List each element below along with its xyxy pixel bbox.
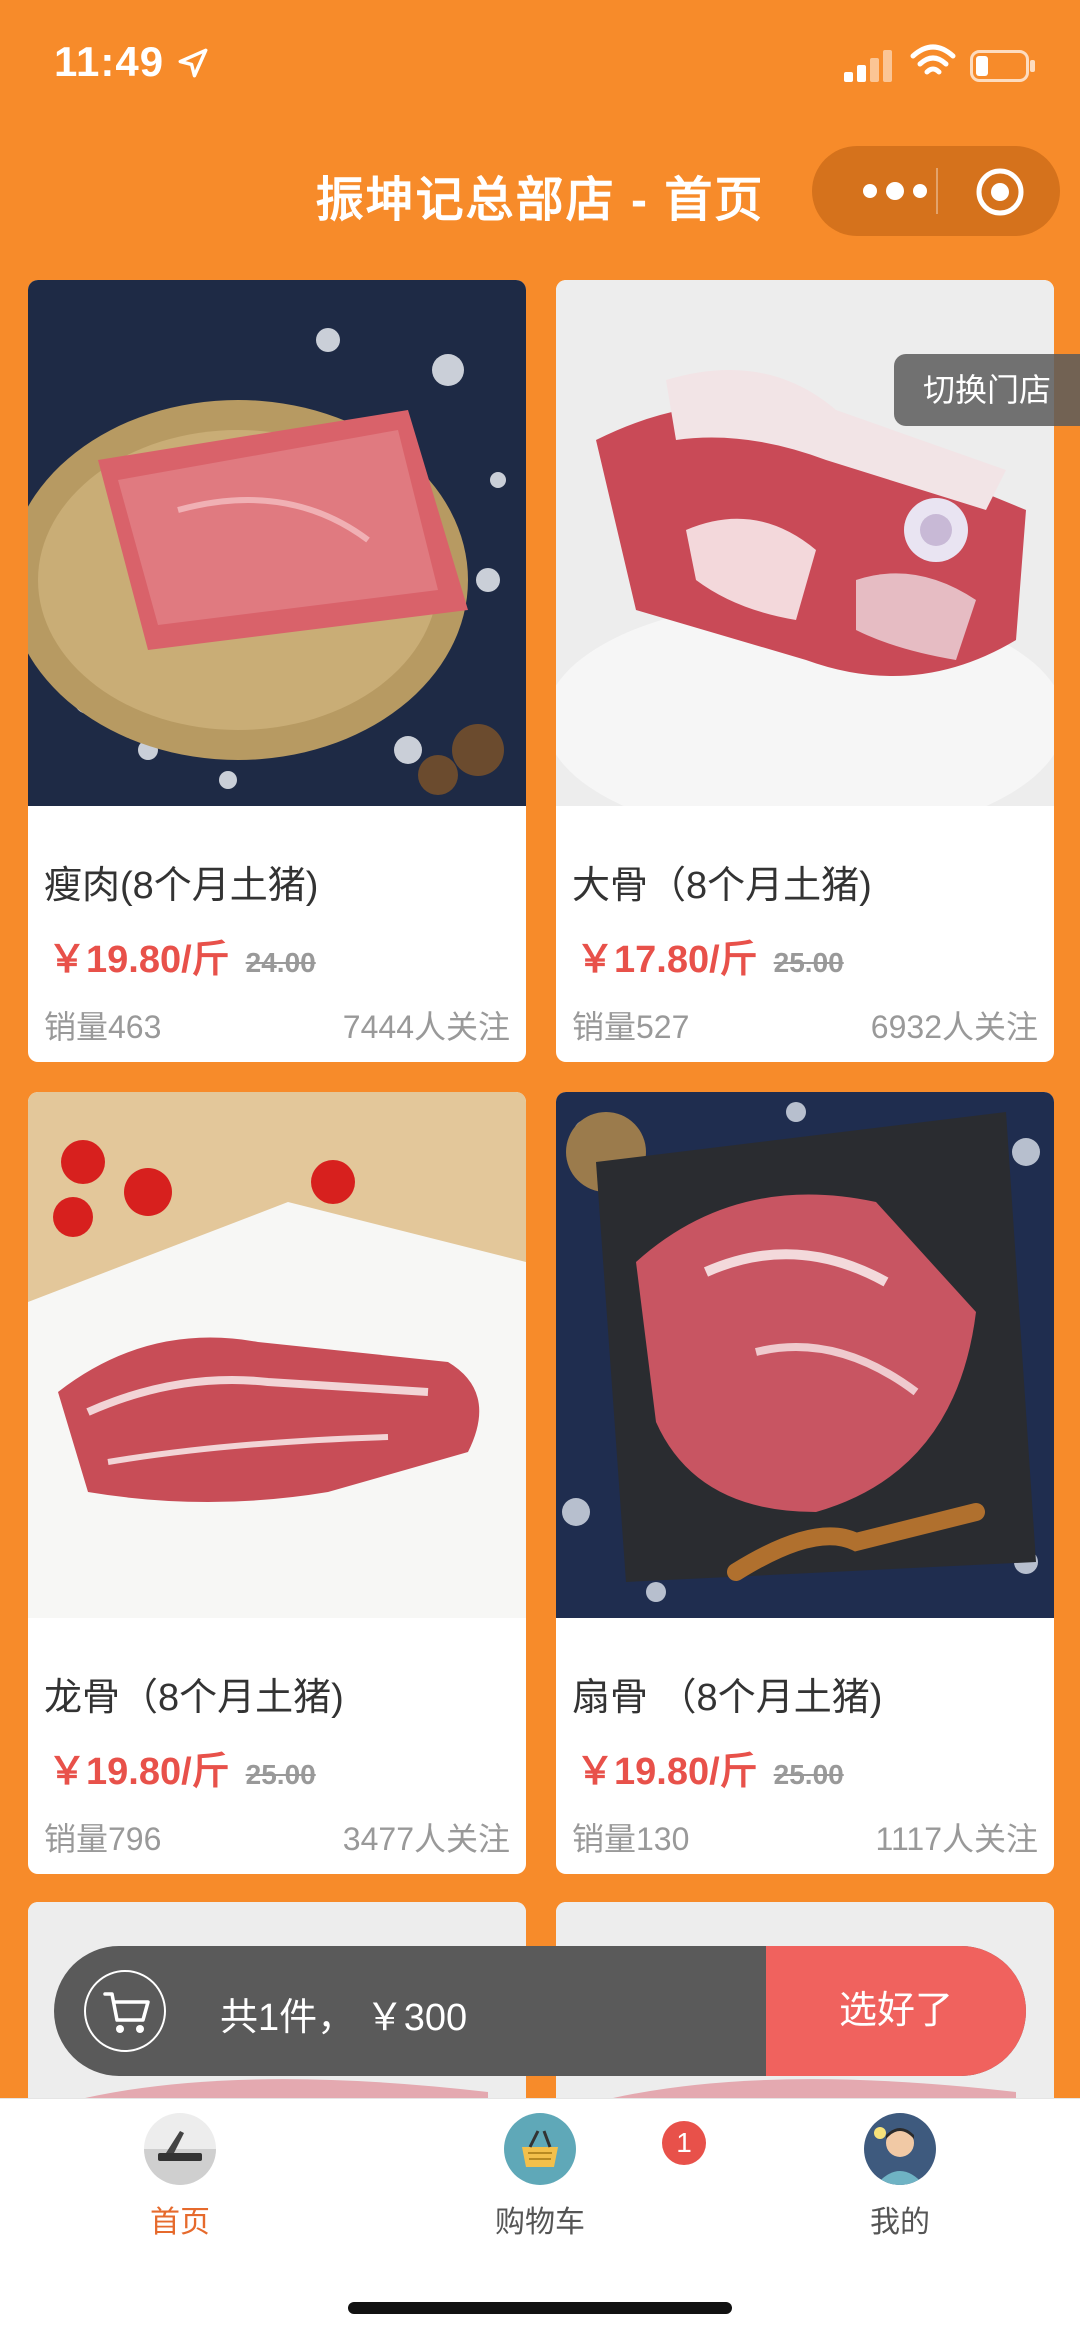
product-original-price: 25.00 <box>773 947 844 978</box>
product-name: 扇骨 （8个月土猪) <box>572 1677 883 1719</box>
meta-row: 销量796 3477人关注 <box>44 1814 510 1860</box>
product-price: ￥19.80/斤 <box>48 939 230 981</box>
cart-badge: 1 <box>662 2121 706 2165</box>
sales-count: 销量130 <box>572 1821 690 1857</box>
sales-count: 销量527 <box>572 1009 690 1045</box>
meta-row: 销量130 1117人关注 <box>572 1814 1038 1860</box>
avatar-icon <box>864 2113 936 2185</box>
tab-label: 我的 <box>870 2206 930 2239</box>
follower-count: 3477人关注 <box>342 1821 510 1857</box>
switch-store-button[interactable]: 切换门店 <box>894 354 1080 426</box>
meta-row: 销量463 7444人关注 <box>44 1002 510 1048</box>
mini-program-capsule <box>812 146 1060 236</box>
status-bar: 11:49 <box>0 0 1080 130</box>
product-image[interactable] <box>28 280 526 806</box>
product-price: ￥19.80/斤 <box>576 1751 758 1793</box>
product-price: ￥19.80/斤 <box>48 1751 230 1793</box>
follower-count: 1117人关注 <box>875 1821 1038 1857</box>
tab-label: 首页 <box>150 2206 210 2239</box>
more-dots-icon[interactable] <box>852 166 938 216</box>
product-card[interactable]: 瘦肉(8个月土猪) ￥19.80/斤 24.00 销量463 7444人关注 <box>28 280 526 1062</box>
screen: 11:49 振坤记总部店 - 首页 瘦肉(8个月土猪) ￥19.80/斤 24.… <box>0 0 1080 2339</box>
close-target-icon[interactable] <box>974 166 1026 218</box>
product-name: 瘦肉(8个月土猪) <box>44 865 319 907</box>
price-row: ￥19.80/斤 25.00 <box>48 1740 316 1795</box>
product-card[interactable]: 扇骨 （8个月土猪) ￥19.80/斤 25.00 销量130 1117人关注 <box>556 1092 1054 1874</box>
price-row: ￥17.80/斤 25.00 <box>576 928 844 983</box>
battery-icon <box>970 50 1035 82</box>
product-original-price: 24.00 <box>245 947 316 978</box>
follower-count: 6932人关注 <box>870 1009 1038 1045</box>
cellular-signal-icon <box>844 50 892 82</box>
tab-cart[interactable]: 购物车 <box>440 2113 640 2241</box>
product-original-price: 25.00 <box>773 1759 844 1790</box>
status-time: 11:49 <box>54 38 165 85</box>
home-desk-icon <box>144 2113 216 2185</box>
sales-count: 销量796 <box>44 1821 162 1857</box>
product-image[interactable] <box>556 1092 1054 1618</box>
product-image[interactable] <box>28 1092 526 1618</box>
capsule-divider <box>936 168 938 214</box>
cart-summary: 共1件， ￥300 <box>220 1997 468 2039</box>
wifi-icon <box>910 44 956 75</box>
tab-label: 购物车 <box>495 2206 585 2239</box>
shopping-cart-icon <box>103 1992 150 2033</box>
product-card[interactable]: 龙骨（8个月土猪) ￥19.80/斤 25.00 销量796 3477人关注 <box>28 1092 526 1874</box>
follower-count: 7444人关注 <box>342 1009 510 1045</box>
price-row: ￥19.80/斤 25.00 <box>576 1740 844 1795</box>
product-name: 大骨（8个月土猪) <box>572 865 872 907</box>
sales-count: 销量463 <box>44 1009 162 1045</box>
cart-button[interactable] <box>84 1970 166 2052</box>
cart-bar: 共1件， ￥300 选好了 <box>54 1946 1026 2076</box>
product-original-price: 25.00 <box>245 1759 316 1790</box>
tab-profile[interactable]: 我的 <box>800 2113 1000 2241</box>
price-row: ￥19.80/斤 24.00 <box>48 928 316 983</box>
basket-icon <box>504 2113 576 2185</box>
product-name: 龙骨（8个月土猪) <box>44 1677 344 1719</box>
meta-row: 销量527 6932人关注 <box>572 1002 1038 1048</box>
product-price: ￥17.80/斤 <box>576 939 758 981</box>
tab-home[interactable]: 首页 <box>80 2113 280 2241</box>
checkout-button[interactable]: 选好了 <box>766 1946 1026 2076</box>
location-arrow-icon <box>178 48 208 78</box>
home-indicator <box>348 2302 732 2314</box>
nav-bar: 振坤记总部店 - 首页 <box>0 130 1080 260</box>
